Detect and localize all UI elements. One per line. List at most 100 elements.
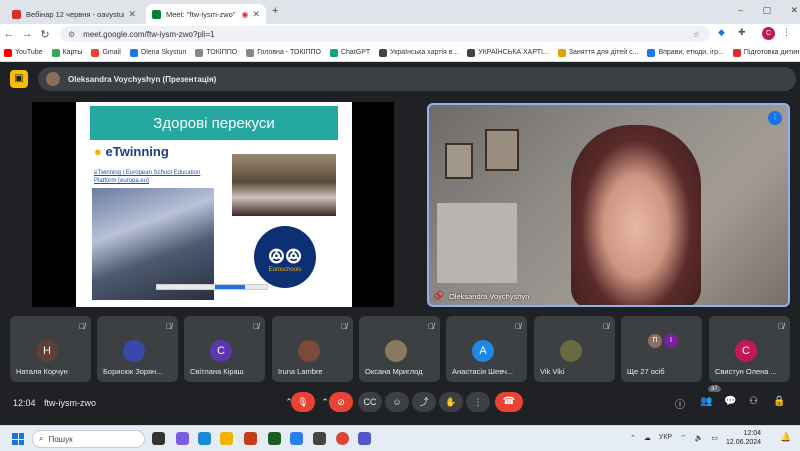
task-view-icon[interactable] — [152, 432, 165, 445]
end-call-button[interactable]: ☎ — [495, 392, 523, 412]
participant-tile[interactable]: Ще 27 осіб — [621, 316, 702, 382]
slide: Здорові перекуси ● eTwinning eTwinning |… — [76, 102, 352, 307]
presenter-pill[interactable]: Oleksandra Voychyshyn (Презентація) — [38, 67, 796, 91]
star-icon[interactable]: ☆ — [693, 30, 700, 39]
file-explorer-icon[interactable] — [220, 432, 233, 445]
maximize-button[interactable]: ▢ — [762, 5, 771, 16]
bookmark-item[interactable]: Заняття для дітей с... — [557, 48, 639, 57]
windows-taskbar: ⌕ Пошук ⌃ ☁ УКР ⌔ 🔈 ▭ 12:04 12.06.2024 🔔 — [0, 425, 800, 451]
app-icon[interactable] — [268, 432, 281, 445]
cloud-icon[interactable]: ☁ — [644, 434, 651, 443]
group-photo — [232, 154, 336, 216]
chrome-icon[interactable] — [336, 432, 349, 445]
back-button[interactable]: ← — [0, 28, 18, 40]
bookmark-icon — [129, 48, 138, 57]
info-icon[interactable]: ⓘ — [675, 396, 685, 411]
camera-off-button[interactable]: ⊘ — [329, 392, 353, 412]
chevron-up-icon[interactable]: ⌃ — [630, 434, 636, 443]
tab-meet[interactable]: Meet: "ftw-iysm-zwo" ◉ ✕ — [146, 4, 266, 24]
participant-tile[interactable]: 🎙̸ Vik Viki — [534, 316, 615, 382]
raise-hand-button[interactable]: ✋ — [439, 392, 463, 412]
forward-button[interactable]: → — [18, 28, 36, 40]
calendar-icon — [12, 9, 21, 19]
mic-off-icon: 🎙̸ — [341, 322, 347, 331]
participant-tile[interactable]: 🎙̸ С Світлана Кіраш — [184, 316, 265, 382]
close-icon[interactable]: ✕ — [252, 9, 260, 20]
tab-label: Meet: "ftw-iysm-zwo" — [166, 9, 236, 19]
mic-off-icon: 🎙̸ — [515, 322, 521, 331]
wall-frame — [445, 143, 473, 179]
language-indicator[interactable]: УКР — [659, 434, 672, 443]
wifi-icon[interactable]: ⌔ — [680, 434, 687, 443]
more-options-button[interactable]: ⋮ — [466, 392, 490, 412]
bookmark-item[interactable]: УКРАЇНСЬКА ХАРТІ... — [467, 48, 549, 57]
bookmark-item[interactable]: YouTube — [4, 48, 43, 57]
activities-icon[interactable]: ⚇ — [749, 396, 758, 407]
bookmark-label: Заняття для дітей с... — [568, 49, 639, 56]
search-placeholder: Пошук — [48, 434, 73, 444]
mic-off-button[interactable]: 🎙 — [291, 392, 315, 412]
bookmark-icon — [51, 48, 60, 57]
captions-button[interactable]: CC — [358, 392, 382, 412]
speaker-video[interactable]: ⋮ 📌 Oleksandra Voychyshyn — [427, 103, 790, 307]
close-icon[interactable]: ✕ — [128, 9, 136, 20]
extensions-puzzle-icon[interactable]: ✚ — [738, 27, 746, 38]
app-icon[interactable] — [176, 432, 189, 445]
participant-tile[interactable]: 🎙̸ Борисюк Зорян... — [97, 316, 178, 382]
speaker-person — [571, 125, 701, 305]
present-button[interactable]: ⤴ — [412, 392, 436, 412]
bookmark-label: УКРАЇНСЬКА ХАРТІ... — [478, 49, 549, 56]
bookmark-item[interactable]: Вправи, етюди, ігр... — [647, 48, 724, 57]
windows-start-icon[interactable] — [12, 433, 24, 445]
tab-webinar[interactable]: Вебінар 12 червня - oavystun ✕ — [6, 4, 142, 24]
shared-screen[interactable]: Здорові перекуси ● eTwinning eTwinning |… — [32, 102, 394, 307]
participant-tile[interactable]: 🎙̸ Оксана Мриглод — [359, 316, 440, 382]
notification-icon[interactable]: 🔔 — [780, 432, 791, 443]
participant-tile[interactable]: 🎙̸ Н Наталя Корчун — [10, 316, 91, 382]
edge-icon[interactable] — [198, 432, 211, 445]
close-window-button[interactable]: ✕ — [790, 5, 798, 16]
people-icon[interactable]: 👥 — [700, 396, 712, 407]
bookmarks-bar: YouTube Карты Gmail Olena Skystun ТОКІППО Гол… — [0, 44, 800, 62]
host-controls-icon[interactable]: 🔒 — [773, 396, 785, 407]
powerpoint-icon[interactable] — [244, 432, 257, 445]
window-controls: – ▢ ✕ — [738, 5, 798, 16]
avatar: С — [735, 340, 757, 362]
participant-tile[interactable]: 🎙̸ А Анастасія Шевч... — [446, 316, 527, 382]
bookmark-icon — [379, 48, 388, 57]
profile-avatar[interactable]: С — [762, 27, 775, 40]
battery-icon[interactable]: ▭ — [711, 434, 718, 443]
app-icon[interactable] — [290, 432, 303, 445]
bookmark-item[interactable]: Підготовка дитини... — [732, 48, 800, 57]
app-icon[interactable] — [313, 432, 326, 445]
url-field[interactable]: ⚙ meet.google.com/ftw-iysm-zwo?pli=1 ☆ — [60, 26, 710, 42]
bookmark-label: Olena Skystun — [140, 49, 187, 56]
bookmark-item[interactable]: ChatGPT — [329, 48, 370, 57]
mic-off-icon: 🎙̸ — [166, 322, 172, 331]
extension-icon[interactable]: ◆ — [718, 27, 725, 38]
presentation-header: ▣ Oleksandra Voychyshyn (Презентація) — [0, 62, 800, 98]
participant-tile[interactable]: 🎙̸ Iruna Lambre — [272, 316, 353, 382]
site-settings-icon[interactable]: ⚙ — [68, 30, 75, 39]
bookmark-item[interactable]: Gmail — [91, 48, 121, 57]
search-icon: ⌕ — [39, 434, 44, 443]
participant-tile[interactable]: 🎙̸ С Свистун Олена ... — [709, 316, 790, 382]
emoji-button[interactable]: ☺ — [385, 392, 409, 412]
participant-name: Оксана Мриглод — [365, 367, 423, 376]
bookmark-item[interactable]: Olena Skystun — [129, 48, 187, 57]
bookmark-item[interactable]: Українська хартія в... — [379, 48, 458, 57]
reload-button[interactable]: ↻ — [36, 28, 54, 41]
address-bar-row: ← → ↻ ⚙ meet.google.com/ftw-iysm-zwo?pli… — [0, 24, 800, 44]
taskbar-search[interactable]: ⌕ Пошук — [32, 430, 145, 448]
bookmark-item[interactable]: ТОКІППО — [195, 48, 237, 57]
menu-icon[interactable]: ⋮ — [782, 27, 791, 38]
teams-icon[interactable] — [358, 432, 371, 445]
bookmark-item[interactable]: Головна - ТОКІППО — [246, 48, 321, 57]
bookmark-item[interactable]: Карты — [51, 48, 82, 57]
minimize-button[interactable]: – — [738, 5, 743, 16]
chat-icon[interactable]: 💬 — [724, 396, 736, 407]
volume-icon[interactable]: 🔈 — [695, 434, 704, 443]
clock[interactable]: 12:04 12.06.2024 — [726, 429, 761, 447]
speaking-indicator-icon: ⋮ — [768, 111, 782, 125]
new-tab-button[interactable]: + — [272, 5, 278, 17]
